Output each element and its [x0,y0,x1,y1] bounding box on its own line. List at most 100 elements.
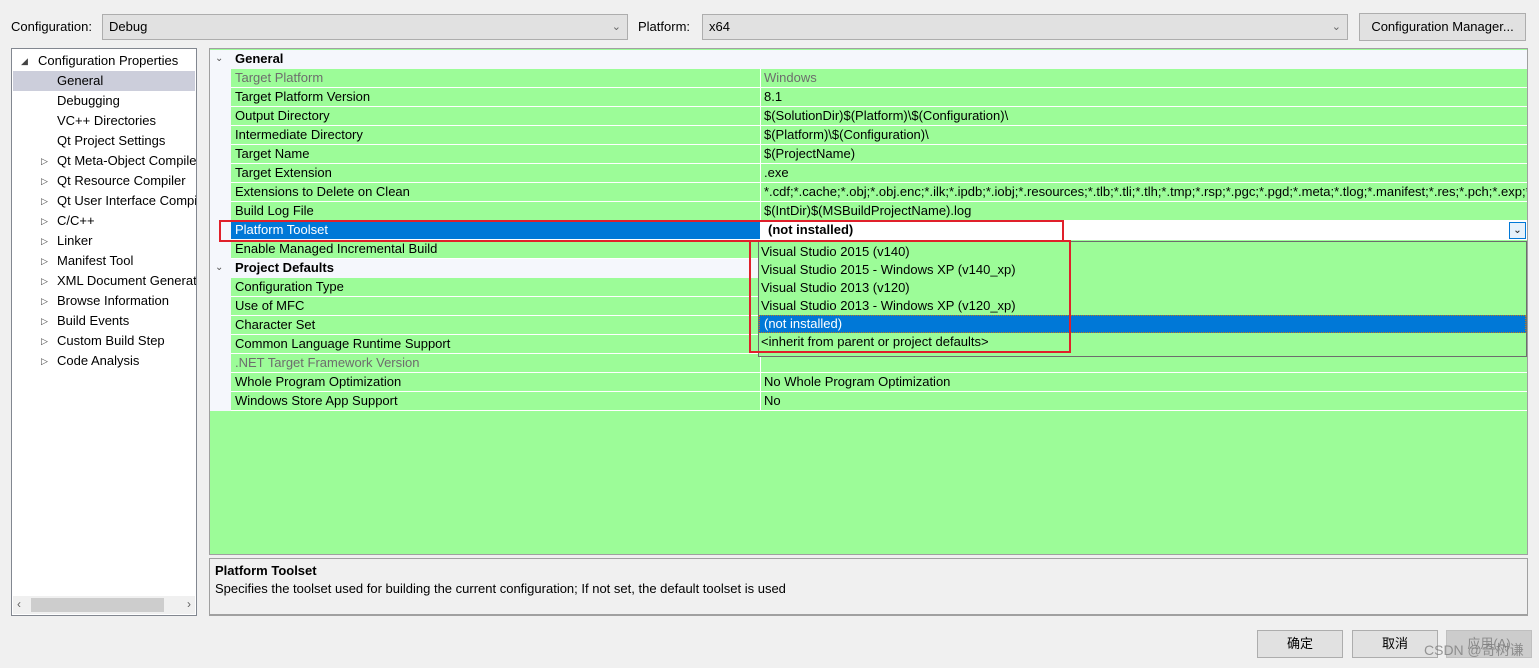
platform-toolset-dropdown-list[interactable]: Visual Studio 2015 (v140) Visual Studio 2… [758,241,1527,357]
tree-item[interactable]: ▷ C/C++ [13,211,195,231]
tree-item-label: Qt User Interface Compiler [57,193,197,208]
collapsed-triangle-icon[interactable]: ▷ [41,271,48,291]
collapse-chevron-icon[interactable]: ⌄ [215,50,223,68]
dropdown-option[interactable]: Visual Studio 2013 - Windows XP (v120_xp… [759,297,1526,315]
property-value-text: No [764,393,781,408]
property-value[interactable]: Windows [760,69,1527,88]
tree-item[interactable]: VC++ Directories [13,111,195,131]
tree-item[interactable]: ▷ Qt User Interface Compiler [13,191,197,211]
expanded-triangle-icon[interactable]: ◢ [21,51,28,71]
property-value-text: .exe [764,165,789,180]
dropdown-option[interactable]: Visual Studio 2015 (v140) [759,243,1526,261]
collapse-chevron-icon[interactable]: ⌄ [215,259,223,277]
property-name: Output Directory [231,107,760,126]
property-value[interactable]: *.cdf;*.cache;*.obj;*.obj.enc;*.ilk;*.ip… [760,183,1527,202]
tree-item[interactable]: Debugging [13,91,195,111]
property-row[interactable]: Target Extension .exe [210,164,1527,183]
ok-button[interactable]: 确定 [1257,630,1343,658]
property-name: Build Log File [231,202,760,221]
tree-item[interactable]: Qt Project Settings [13,131,195,151]
property-row[interactable]: Platform Toolset (not installed) ⌄ [210,221,1527,240]
dropdown-option[interactable]: Visual Studio 2015 - Windows XP (v140_xp… [759,261,1526,279]
tree-item[interactable]: ▷ Code Analysis [13,351,195,371]
collapsed-triangle-icon[interactable]: ▷ [41,171,48,191]
property-value[interactable]: $(Platform)\$(Configuration)\ [760,126,1527,145]
property-row[interactable]: Intermediate Directory $(Platform)\$(Conf… [210,126,1527,145]
property-value-text: $(IntDir)$(MSBuildProjectName).log [764,203,972,218]
collapsed-triangle-icon[interactable]: ▷ [41,351,48,371]
dropdown-option[interactable]: (not installed) [759,315,1526,333]
property-value[interactable]: $(IntDir)$(MSBuildProjectName).log [760,202,1527,221]
property-value[interactable]: (not installed) ⌄ [760,221,1527,240]
property-value[interactable]: 8.1 [760,88,1527,107]
collapsed-triangle-icon[interactable]: ▷ [41,231,48,251]
property-value[interactable]: .exe [760,164,1527,183]
property-row[interactable]: Windows Store App Support No [210,392,1527,411]
row-gutter [210,354,231,373]
collapsed-triangle-icon[interactable]: ▷ [41,331,48,351]
tree-item[interactable]: ▷ Manifest Tool [13,251,195,271]
scroll-right-icon[interactable]: › [187,597,191,611]
property-name: Enable Managed Incremental Build [231,240,760,259]
tree-item[interactable]: ▷ Linker [13,231,195,251]
tree-item[interactable]: ▷ Build Events [13,311,195,331]
property-value-text: *.cdf;*.cache;*.obj;*.obj.enc;*.ilk;*.ip… [764,184,1527,199]
row-gutter [210,316,231,335]
property-value[interactable]: $(SolutionDir)$(Platform)\$(Configuratio… [760,107,1527,126]
row-gutter [210,69,231,88]
tree-item[interactable]: ▷ Qt Meta-Object Compiler [13,151,197,171]
property-value[interactable]: No Whole Program Optimization [760,373,1527,392]
scrollbar-thumb[interactable] [31,598,164,612]
collapsed-triangle-icon[interactable]: ▷ [41,211,48,231]
tree-item-label: Custom Build Step [57,333,165,348]
property-row[interactable]: Output Directory $(SolutionDir)$(Platform… [210,107,1527,126]
property-value[interactable]: No [760,392,1527,411]
property-row[interactable]: Extensions to Delete on Clean *.cdf;*.cac… [210,183,1527,202]
dropdown-option[interactable]: <inherit from parent or project defaults… [759,333,1526,351]
tree-item-label: Code Analysis [57,353,140,368]
configuration-value: Debug [109,19,148,34]
row-gutter [210,145,231,164]
dropdown-option[interactable]: Visual Studio 2013 (v120) [759,279,1526,297]
tree-horizontal-scrollbar[interactable]: ‹ › [13,596,195,614]
tree-item-label: Manifest Tool [57,253,134,268]
platform-select[interactable]: x64 ⌄ [702,14,1348,40]
property-row[interactable]: Target Platform Version 8.1 [210,88,1527,107]
chevron-down-icon: ⌄ [1331,21,1341,33]
platform-label: Platform: [638,19,691,34]
tree-item[interactable]: ▷ Custom Build Step [13,331,195,351]
property-name: Platform Toolset [231,221,760,240]
tree-item-label: C/C++ [57,213,95,228]
property-name: Common Language Runtime Support [231,335,760,354]
tree-item[interactable]: ▷ Browse Information [13,291,195,311]
collapsed-triangle-icon[interactable]: ▷ [41,291,48,311]
tree-item[interactable]: General [13,71,195,91]
description-panel: Platform Toolset Specifies the toolset u… [209,558,1528,616]
row-gutter [210,373,231,392]
property-row[interactable]: Build Log File $(IntDir)$(MSBuildProjectN… [210,202,1527,221]
description-title: Platform Toolset [215,563,317,578]
property-value-text: 8.1 [764,89,783,104]
row-gutter [210,183,231,202]
property-row[interactable]: Target Name $(ProjectName) [210,145,1527,164]
property-name: Target Platform [231,69,760,88]
collapsed-triangle-icon[interactable]: ▷ [41,151,48,171]
tree-item-label: Qt Meta-Object Compiler [57,153,197,168]
collapsed-triangle-icon[interactable]: ▷ [41,251,48,271]
category-header[interactable]: ⌄ General [210,50,1527,69]
scroll-left-icon[interactable]: ‹ [17,597,21,611]
property-row[interactable]: Whole Program Optimization No Whole Progr… [210,373,1527,392]
tree-root-configuration-properties[interactable]: ◢ Configuration Properties [13,51,195,71]
row-gutter [210,126,231,145]
collapsed-triangle-icon[interactable]: ▷ [41,311,48,331]
property-value[interactable]: $(ProjectName) [760,145,1527,164]
dropdown-chevron-icon[interactable]: ⌄ [1509,222,1526,239]
configuration-manager-button[interactable]: Configuration Manager... [1359,13,1526,41]
collapsed-triangle-icon[interactable]: ▷ [41,191,48,211]
tree-item-label: Linker [57,233,93,248]
tree-item[interactable]: ▷ XML Document Generator [13,271,196,291]
property-row[interactable]: Target Platform Windows [210,69,1527,88]
tree-item[interactable]: ▷ Qt Resource Compiler [13,171,195,191]
configuration-select[interactable]: Debug ⌄ [102,14,628,40]
tree-item-label: VC++ Directories [57,113,156,128]
